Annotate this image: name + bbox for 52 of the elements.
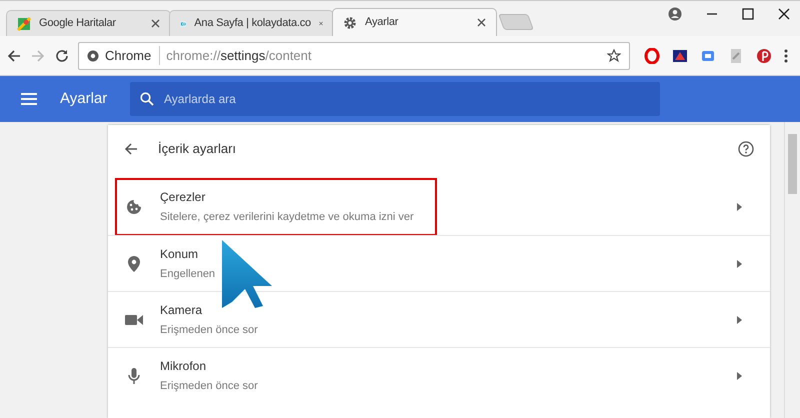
row-subtitle: Erişmeden önce sor <box>160 322 258 338</box>
chevron-right-icon <box>737 203 742 211</box>
browser-tab[interactable]: Google Haritalar <box>6 10 171 36</box>
section-title: İçerik ayarları <box>158 140 238 158</box>
opera-extension-icon[interactable] <box>644 48 660 64</box>
chevron-right-icon <box>737 372 742 380</box>
menu-icon[interactable] <box>20 92 38 106</box>
maximize-icon[interactable] <box>742 8 754 20</box>
back-arrow-icon[interactable] <box>124 142 138 156</box>
location-pin-icon <box>128 256 140 272</box>
row-title: Mikrofon <box>160 358 208 375</box>
address-bar[interactable]: Chrome chrome://settings/content <box>78 42 630 70</box>
settings-row[interactable]: Konum Engellenen <box>117 236 435 290</box>
menu-icon[interactable] <box>784 48 788 62</box>
tab-title: Google Haritalar <box>39 16 117 32</box>
chevron-right-icon <box>737 260 742 268</box>
video-camera-icon <box>125 314 143 326</box>
gear-icon <box>343 16 357 30</box>
pointer-arrow-icon <box>222 240 274 308</box>
search-field[interactable]: Ayarlarda ara <box>130 82 660 116</box>
back-icon[interactable] <box>6 48 22 64</box>
profile-icon[interactable] <box>668 7 682 21</box>
microphone-icon <box>128 368 140 384</box>
extension-icon[interactable] <box>672 48 688 64</box>
reload-icon[interactable] <box>54 48 70 64</box>
browser-tab[interactable]: Ana Sayfa | kolaydata.co <box>169 10 334 36</box>
row-subtitle: Erişmeden önce sor <box>160 378 258 394</box>
chevron-right-icon <box>737 316 742 324</box>
cookie-icon <box>126 199 142 215</box>
close-icon[interactable] <box>477 18 486 27</box>
tab-title: Ayarlar <box>365 15 400 30</box>
help-icon[interactable] <box>738 141 754 157</box>
settings-row[interactable]: Çerezler Sitelere, çerez verilerini kaydetme ve okuma izni ver <box>117 180 435 234</box>
chrome-logo-icon <box>87 50 99 62</box>
row-subtitle: Engellenen <box>160 266 216 282</box>
settings-row[interactable]: Kamera Erişmeden önce sor <box>117 292 435 346</box>
tab-title: Ana Sayfa | kolaydata.co <box>194 16 311 32</box>
search-icon <box>140 92 154 106</box>
scrollbar[interactable] <box>784 122 800 418</box>
row-title: Konum <box>160 246 200 263</box>
close-icon[interactable] <box>778 8 790 20</box>
site-label: Chrome <box>105 46 160 66</box>
document-icon[interactable] <box>728 48 744 64</box>
row-title: Kamera <box>160 302 204 319</box>
browser-tab[interactable]: Ayarlar <box>332 8 497 36</box>
row-title: Çerezler <box>160 189 206 206</box>
star-icon[interactable] <box>607 48 621 62</box>
header-title: Ayarlar <box>60 88 108 109</box>
url-text: chrome://settings/content <box>166 46 313 65</box>
pinterest-icon[interactable] <box>756 48 772 64</box>
row-subtitle: Sitelere, çerez verilerini kaydetme ve okuma izni ver <box>160 210 414 226</box>
settings-row[interactable]: Mikrofon Erişmeden önce sor <box>117 348 435 402</box>
